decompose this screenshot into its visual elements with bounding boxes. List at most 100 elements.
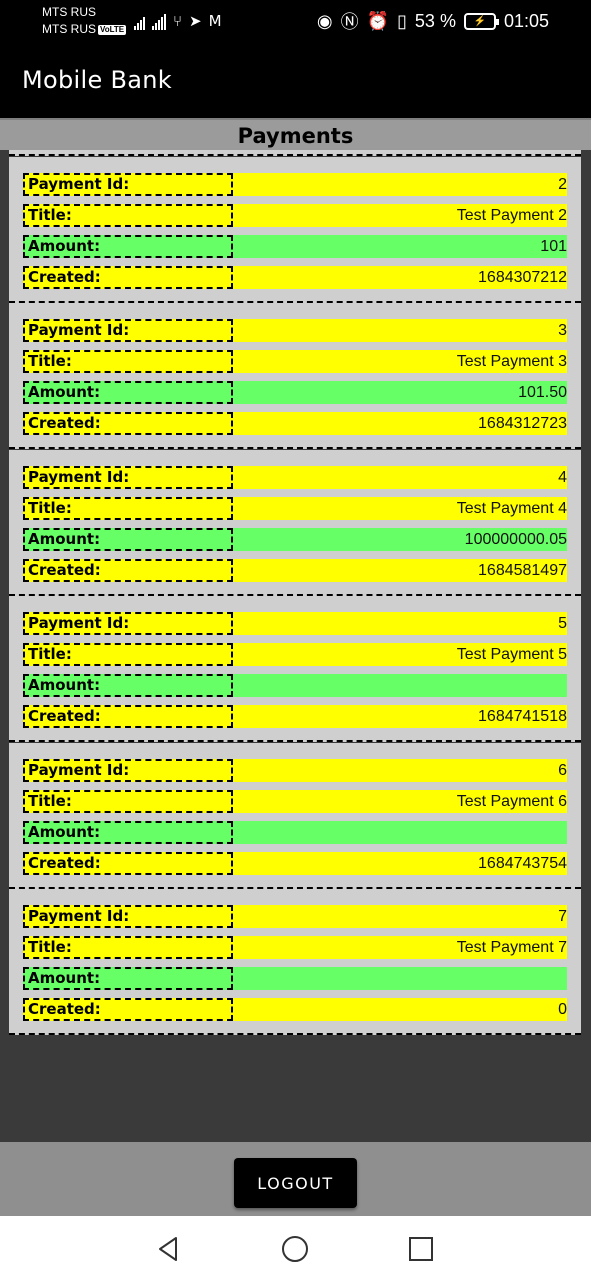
payments-title: Payments [237, 124, 354, 148]
payment-id-row: Payment Id: 4 [23, 465, 567, 489]
payment-created-row: Created: 0 [23, 998, 567, 1021]
payment-title-label: Title: [23, 203, 233, 227]
payment-id-value: 2 [558, 175, 567, 193]
payment-created-row: Created: 1684741518 [23, 705, 567, 728]
payment-card: Payment Id: 7 Title: Test Payment 7 Amou… [9, 889, 581, 1035]
payment-title-label: Title: [23, 643, 233, 666]
payment-created-value: 1684312723 [478, 415, 567, 432]
carrier-info: MTS RUS MTS RUS VoLTE [42, 4, 127, 38]
app-title: Mobile Bank [22, 66, 172, 94]
payment-title-row: Title: Test Payment 5 [23, 643, 567, 666]
payment-created-value: 1684743754 [478, 854, 567, 872]
payment-amount-row: Amount: 100000000.05 [23, 527, 567, 551]
payment-created-label: Created: [23, 998, 233, 1021]
payment-amount-label: Amount: [23, 967, 233, 990]
payment-created-value: 1684741518 [478, 708, 567, 725]
payment-title-label: Title: [23, 789, 233, 813]
payment-card: Payment Id: 4 Title: Test Payment 4 Amou… [9, 449, 581, 596]
payment-created-value: 0 [558, 1001, 567, 1018]
payment-title-value: Test Payment 6 [456, 792, 567, 810]
payment-title-value: Test Payment 7 [456, 939, 567, 956]
navigation-bar [0, 1216, 591, 1280]
eye-icon: ◉ [316, 10, 333, 31]
payment-id-row: Payment Id: 5 [23, 612, 567, 635]
payment-id-row: Payment Id: 7 [23, 905, 567, 928]
carrier-1: MTS RUS [42, 5, 96, 19]
payment-id-label: Payment Id: [23, 758, 233, 782]
payment-id-value: 4 [558, 468, 567, 486]
payment-id-value: 5 [558, 615, 567, 632]
payment-amount-value [233, 674, 567, 697]
clock: 01:05 [503, 10, 549, 31]
payments-list-inner: Payment Id: 1 Title: Test Payment 1 Amou… [9, 150, 581, 1036]
telegram-icon: ➤ [189, 12, 202, 30]
payment-card: Payment Id: 5 Title: Test Payment 5 Amou… [9, 596, 581, 742]
signal-icon [134, 14, 145, 30]
volte-badge: VoLTE [98, 25, 127, 35]
recent-apps-icon[interactable] [406, 1234, 436, 1264]
payment-amount-value: 100000000.05 [464, 530, 567, 548]
payment-id-label: Payment Id: [23, 465, 233, 489]
payment-amount-label: Amount: [23, 234, 233, 258]
app-bar: Mobile Bank [0, 44, 591, 118]
payment-title-label: Title: [23, 350, 233, 373]
status-icons-left: ⑂ ➤ M [134, 10, 222, 30]
payment-title-value: Test Payment 4 [456, 499, 567, 517]
payment-amount-value [233, 967, 567, 990]
payment-title-row: Title: Test Payment 2 [23, 203, 567, 227]
payment-id-value: 3 [558, 322, 567, 339]
payment-title-value: Test Payment 2 [456, 206, 567, 224]
payment-card: Payment Id: 1 Title: Test Payment 1 Amou… [9, 150, 581, 156]
payment-amount-row: Amount: [23, 820, 567, 844]
battery-icon: ⚡ [463, 12, 499, 30]
payment-card: Payment Id: 3 Title: Test Payment 3 Amou… [9, 303, 581, 449]
alarm-icon: ⏰ [366, 10, 390, 31]
payment-title-row: Title: Test Payment 7 [23, 936, 567, 959]
payments-list[interactable]: Payment Id: 1 Title: Test Payment 1 Amou… [9, 150, 581, 1142]
payment-amount-value: 101 [540, 237, 567, 255]
payments-list-frame: Payment Id: 1 Title: Test Payment 1 Amou… [0, 150, 591, 1142]
payment-title-row: Title: Test Payment 4 [23, 496, 567, 520]
vibrate-icon: ▯ [397, 10, 407, 31]
payment-id-value: 7 [558, 908, 567, 925]
payment-amount-row: Amount: 101 [23, 234, 567, 258]
payment-title-row: Title: Test Payment 3 [23, 350, 567, 373]
payment-created-label: Created: [23, 558, 233, 582]
logout-button[interactable]: LOGOUT [234, 1158, 357, 1208]
signal-4g-icon [152, 14, 166, 30]
payment-amount-label: Amount: [23, 820, 233, 844]
battery-percent: 53 % [414, 10, 456, 31]
payment-created-row: Created: 1684581497 [23, 558, 567, 582]
payment-card: Payment Id: 6 Title: Test Payment 6 Amou… [9, 742, 581, 889]
payment-id-label: Payment Id: [23, 172, 233, 196]
payment-amount-label: Amount: [23, 381, 233, 404]
payment-card: Payment Id: 2 Title: Test Payment 2 Amou… [9, 156, 581, 303]
usb-icon: ⑂ [173, 12, 183, 30]
payment-id-row: Payment Id: 2 [23, 172, 567, 196]
payment-amount-row: Amount: [23, 967, 567, 990]
payment-created-row: Created: 1684743754 [23, 851, 567, 875]
payment-title-label: Title: [23, 496, 233, 520]
payment-amount-row: Amount: 101.50 [23, 381, 567, 404]
payment-created-row: Created: 1684307212 [23, 265, 567, 289]
home-icon[interactable] [280, 1234, 310, 1264]
payment-created-row: Created: 1684312723 [23, 412, 567, 435]
payment-created-label: Created: [23, 851, 233, 875]
payment-amount-row: Amount: [23, 674, 567, 697]
payment-title-value: Test Payment 3 [456, 353, 567, 370]
payment-id-row: Payment Id: 3 [23, 319, 567, 342]
payment-created-value: 1684307212 [478, 268, 567, 286]
payment-id-label: Payment Id: [23, 612, 233, 635]
payment-id-value: 6 [558, 761, 567, 779]
payment-created-label: Created: [23, 705, 233, 728]
payments-header: Payments [0, 118, 591, 150]
back-icon[interactable] [154, 1234, 184, 1264]
status-bar: MTS RUS MTS RUS VoLTE ⑂ ➤ M ◉ Ⓝ ⏰ ▯ 53 % … [0, 0, 591, 44]
payment-created-label: Created: [23, 265, 233, 289]
payment-id-row: Payment Id: 6 [23, 758, 567, 782]
bottom-bar: LOGOUT [0, 1142, 591, 1216]
gmail-icon: M [208, 12, 222, 30]
payment-amount-value [233, 821, 567, 844]
payment-amount-label: Amount: [23, 674, 233, 697]
payment-title-row: Title: Test Payment 6 [23, 789, 567, 813]
